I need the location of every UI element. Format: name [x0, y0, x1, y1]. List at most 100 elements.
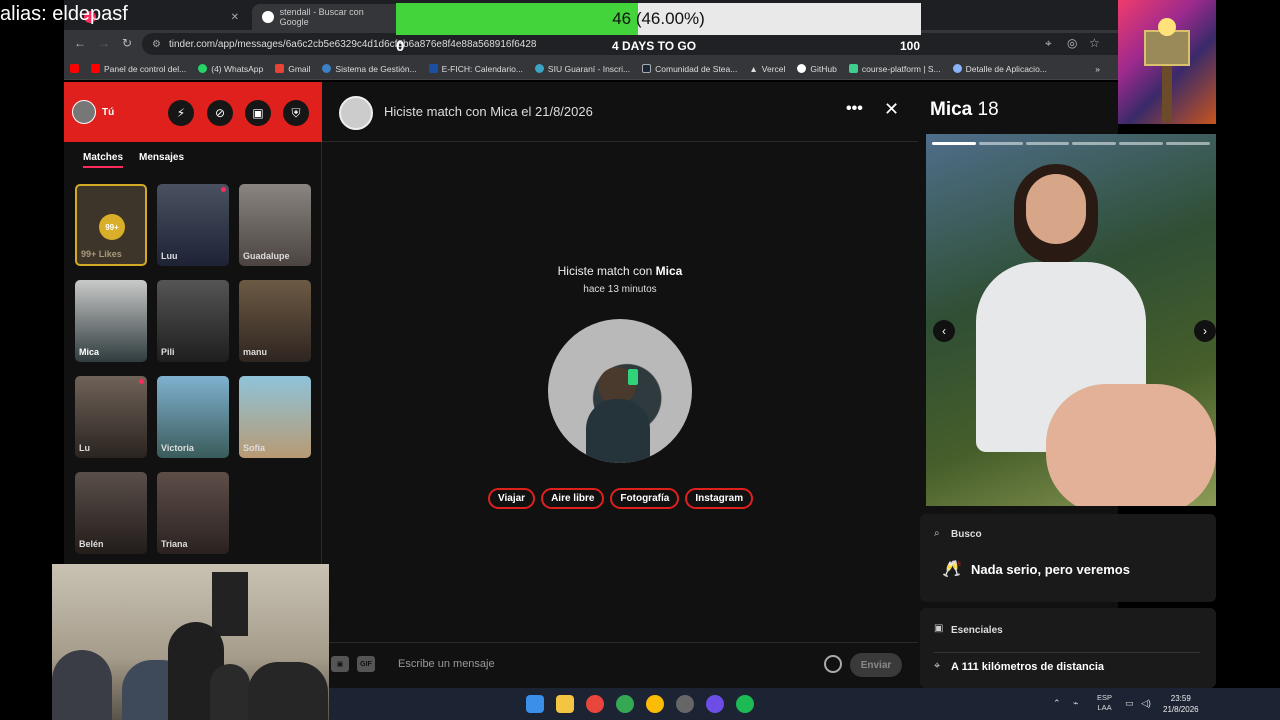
days-left: 4 DAYS TO GO — [612, 39, 697, 53]
match-avatar[interactable] — [339, 96, 373, 130]
whatsapp-icon — [198, 64, 208, 73]
site-settings-icon[interactable]: ⚙ — [152, 39, 161, 50]
looking-for-value: Nada serio, pero veremos — [971, 562, 1130, 577]
match-name: Mica — [79, 347, 100, 357]
profile-age: 18 — [977, 99, 999, 120]
match-name: Victoria — [161, 443, 194, 453]
photo-progress-bars — [926, 142, 1216, 145]
google-favicon-icon — [262, 11, 274, 23]
likes-label: 99+ Likes — [81, 249, 122, 259]
app-icon[interactable] — [706, 695, 724, 713]
clock[interactable]: 23:59 21/8/2026 — [1163, 693, 1199, 715]
likes-badge: 99+ — [99, 214, 125, 240]
bookmark-item[interactable]: Panel de control del... — [91, 64, 186, 74]
bookmark-item[interactable]: E-FICH: Calendario... — [428, 64, 523, 74]
bookmark-item[interactable]: SIU Guaraní - Inscri... — [534, 64, 630, 74]
match-name: Lu — [79, 443, 90, 453]
match-card[interactable]: Guadalupe — [239, 184, 311, 266]
siu-icon — [534, 64, 544, 73]
match-card[interactable]: Sofia — [239, 376, 311, 458]
bookmark-item[interactable]: Gmail — [275, 64, 310, 74]
more-bookmarks-icon[interactable]: » — [1095, 64, 1118, 74]
chrome-icon[interactable] — [586, 695, 604, 713]
supabase-icon — [848, 64, 858, 73]
match-name: Luu — [161, 251, 178, 261]
bookmark-item[interactable]: Detalle de Aplicacio... — [952, 64, 1047, 74]
user-label[interactable]: Tú — [102, 107, 114, 118]
match-card[interactable]: Luu — [157, 184, 229, 266]
match-card[interactable]: Lu — [75, 376, 147, 458]
obs-icon[interactable] — [676, 695, 694, 713]
bookmark-star-icon[interactable]: ☆ — [1089, 36, 1100, 50]
bookmark-item[interactable]: Comunidad de Stea... — [642, 64, 737, 74]
match-card[interactable]: Triana — [157, 472, 229, 554]
profile-name: Mica — [930, 99, 973, 120]
chevron-up-icon[interactable]: ⌃ — [1053, 698, 1061, 709]
tab-matches[interactable]: Matches — [83, 152, 124, 168]
match-card[interactable]: manu — [239, 280, 311, 362]
youtube-icon — [91, 64, 100, 73]
toast-icon: 🥂 — [942, 561, 962, 578]
match-name: Guadalupe — [243, 251, 290, 261]
reload-icon[interactable]: ↻ — [122, 36, 132, 50]
fich-icon — [428, 64, 438, 73]
bookmark-item[interactable]: ▲ Vercel — [749, 64, 785, 74]
match-name: Sofia — [243, 443, 266, 453]
monitor-icon[interactable]: ▭ — [1125, 698, 1134, 709]
match-card[interactable]: Pili — [157, 280, 229, 362]
gif-button[interactable]: GIF — [357, 656, 375, 672]
likes-card[interactable]: 99+ 99+ Likes — [75, 184, 147, 266]
sticker-icon[interactable]: ▣ — [331, 656, 349, 672]
match-card[interactable]: Victoria — [157, 376, 229, 458]
sidebar-header: Tú ⚡ ⊘ ▣ ⛨ — [64, 82, 322, 142]
forward-icon[interactable]: → — [98, 36, 110, 50]
explore-icon[interactable]: ⊘ — [207, 100, 233, 126]
bookmark-item[interactable]: GitHub — [797, 64, 837, 74]
previous-photo-icon[interactable]: ‹ — [933, 320, 955, 342]
bookmark-item[interactable]: course-platform | S... — [848, 64, 941, 74]
alias-overlay: alias: eldepasf — [0, 3, 128, 25]
profile-photo[interactable]: ‹ › — [926, 134, 1216, 506]
shield-icon[interactable]: ⛨ — [283, 100, 309, 126]
location-icon[interactable]: ⌖ — [1045, 36, 1052, 51]
close-chat-icon[interactable]: ✕ — [884, 99, 899, 120]
user-avatar[interactable] — [72, 100, 96, 124]
boost-icon[interactable]: ⚡ — [168, 100, 194, 126]
tab-google-search[interactable]: stendall - Buscar con Google — [252, 4, 402, 30]
volume-icon[interactable]: ◁) — [1141, 698, 1151, 709]
message-input[interactable]: Escribe un mensaje — [398, 658, 495, 670]
send-button[interactable]: Enviar — [850, 653, 902, 677]
bookmark-item[interactable]: Sistema de Gestión... — [322, 64, 417, 74]
more-options-icon[interactable]: ••• — [846, 100, 863, 118]
close-tab-icon[interactable]: ✕ — [231, 12, 239, 23]
match-time: hace 13 minutos — [583, 284, 657, 295]
language-indicator[interactable]: ESP LAA — [1097, 693, 1112, 713]
next-photo-icon[interactable]: › — [1194, 320, 1216, 342]
windows-start-icon[interactable] — [526, 695, 544, 713]
info-icon: ▣ — [934, 623, 944, 634]
bookmark-youtube-icon[interactable] — [70, 64, 79, 73]
chat-title: Hiciste match con Mica el 21/8/2026 — [384, 104, 593, 119]
globe-icon — [322, 64, 332, 73]
briefcase-icon[interactable]: ▣ — [245, 100, 271, 126]
interest-chips: Viajar Aire libre Fotografía Instagram — [488, 488, 754, 509]
bookmark-item[interactable]: (4) WhatsApp — [198, 64, 263, 74]
chrome-profile-icon[interactable] — [646, 695, 664, 713]
match-profile-photo[interactable] — [548, 319, 692, 463]
github-icon — [797, 64, 807, 73]
back-icon[interactable]: ← — [74, 36, 86, 50]
emoji-icon[interactable] — [824, 655, 842, 673]
network-icon[interactable]: ⌁ — [1073, 698, 1078, 709]
match-name: manu — [243, 347, 268, 357]
chrome-profile-icon[interactable] — [616, 695, 634, 713]
tab-messages[interactable]: Mensajes — [139, 152, 184, 168]
interest-chip: Viajar — [488, 488, 536, 509]
goal-progress-text: 46 (46.00%) — [612, 9, 705, 28]
match-card[interactable]: Mica — [75, 280, 147, 362]
match-card[interactable]: Belén — [75, 472, 147, 554]
spotify-icon[interactable] — [736, 695, 754, 713]
url-text: tinder.com/app/messages/6a6c2cb5e6329c4d… — [168, 38, 537, 50]
eye-off-icon[interactable]: ◎ — [1067, 36, 1077, 50]
goal-start: 0 — [396, 38, 405, 55]
file-explorer-icon[interactable] — [556, 695, 574, 713]
